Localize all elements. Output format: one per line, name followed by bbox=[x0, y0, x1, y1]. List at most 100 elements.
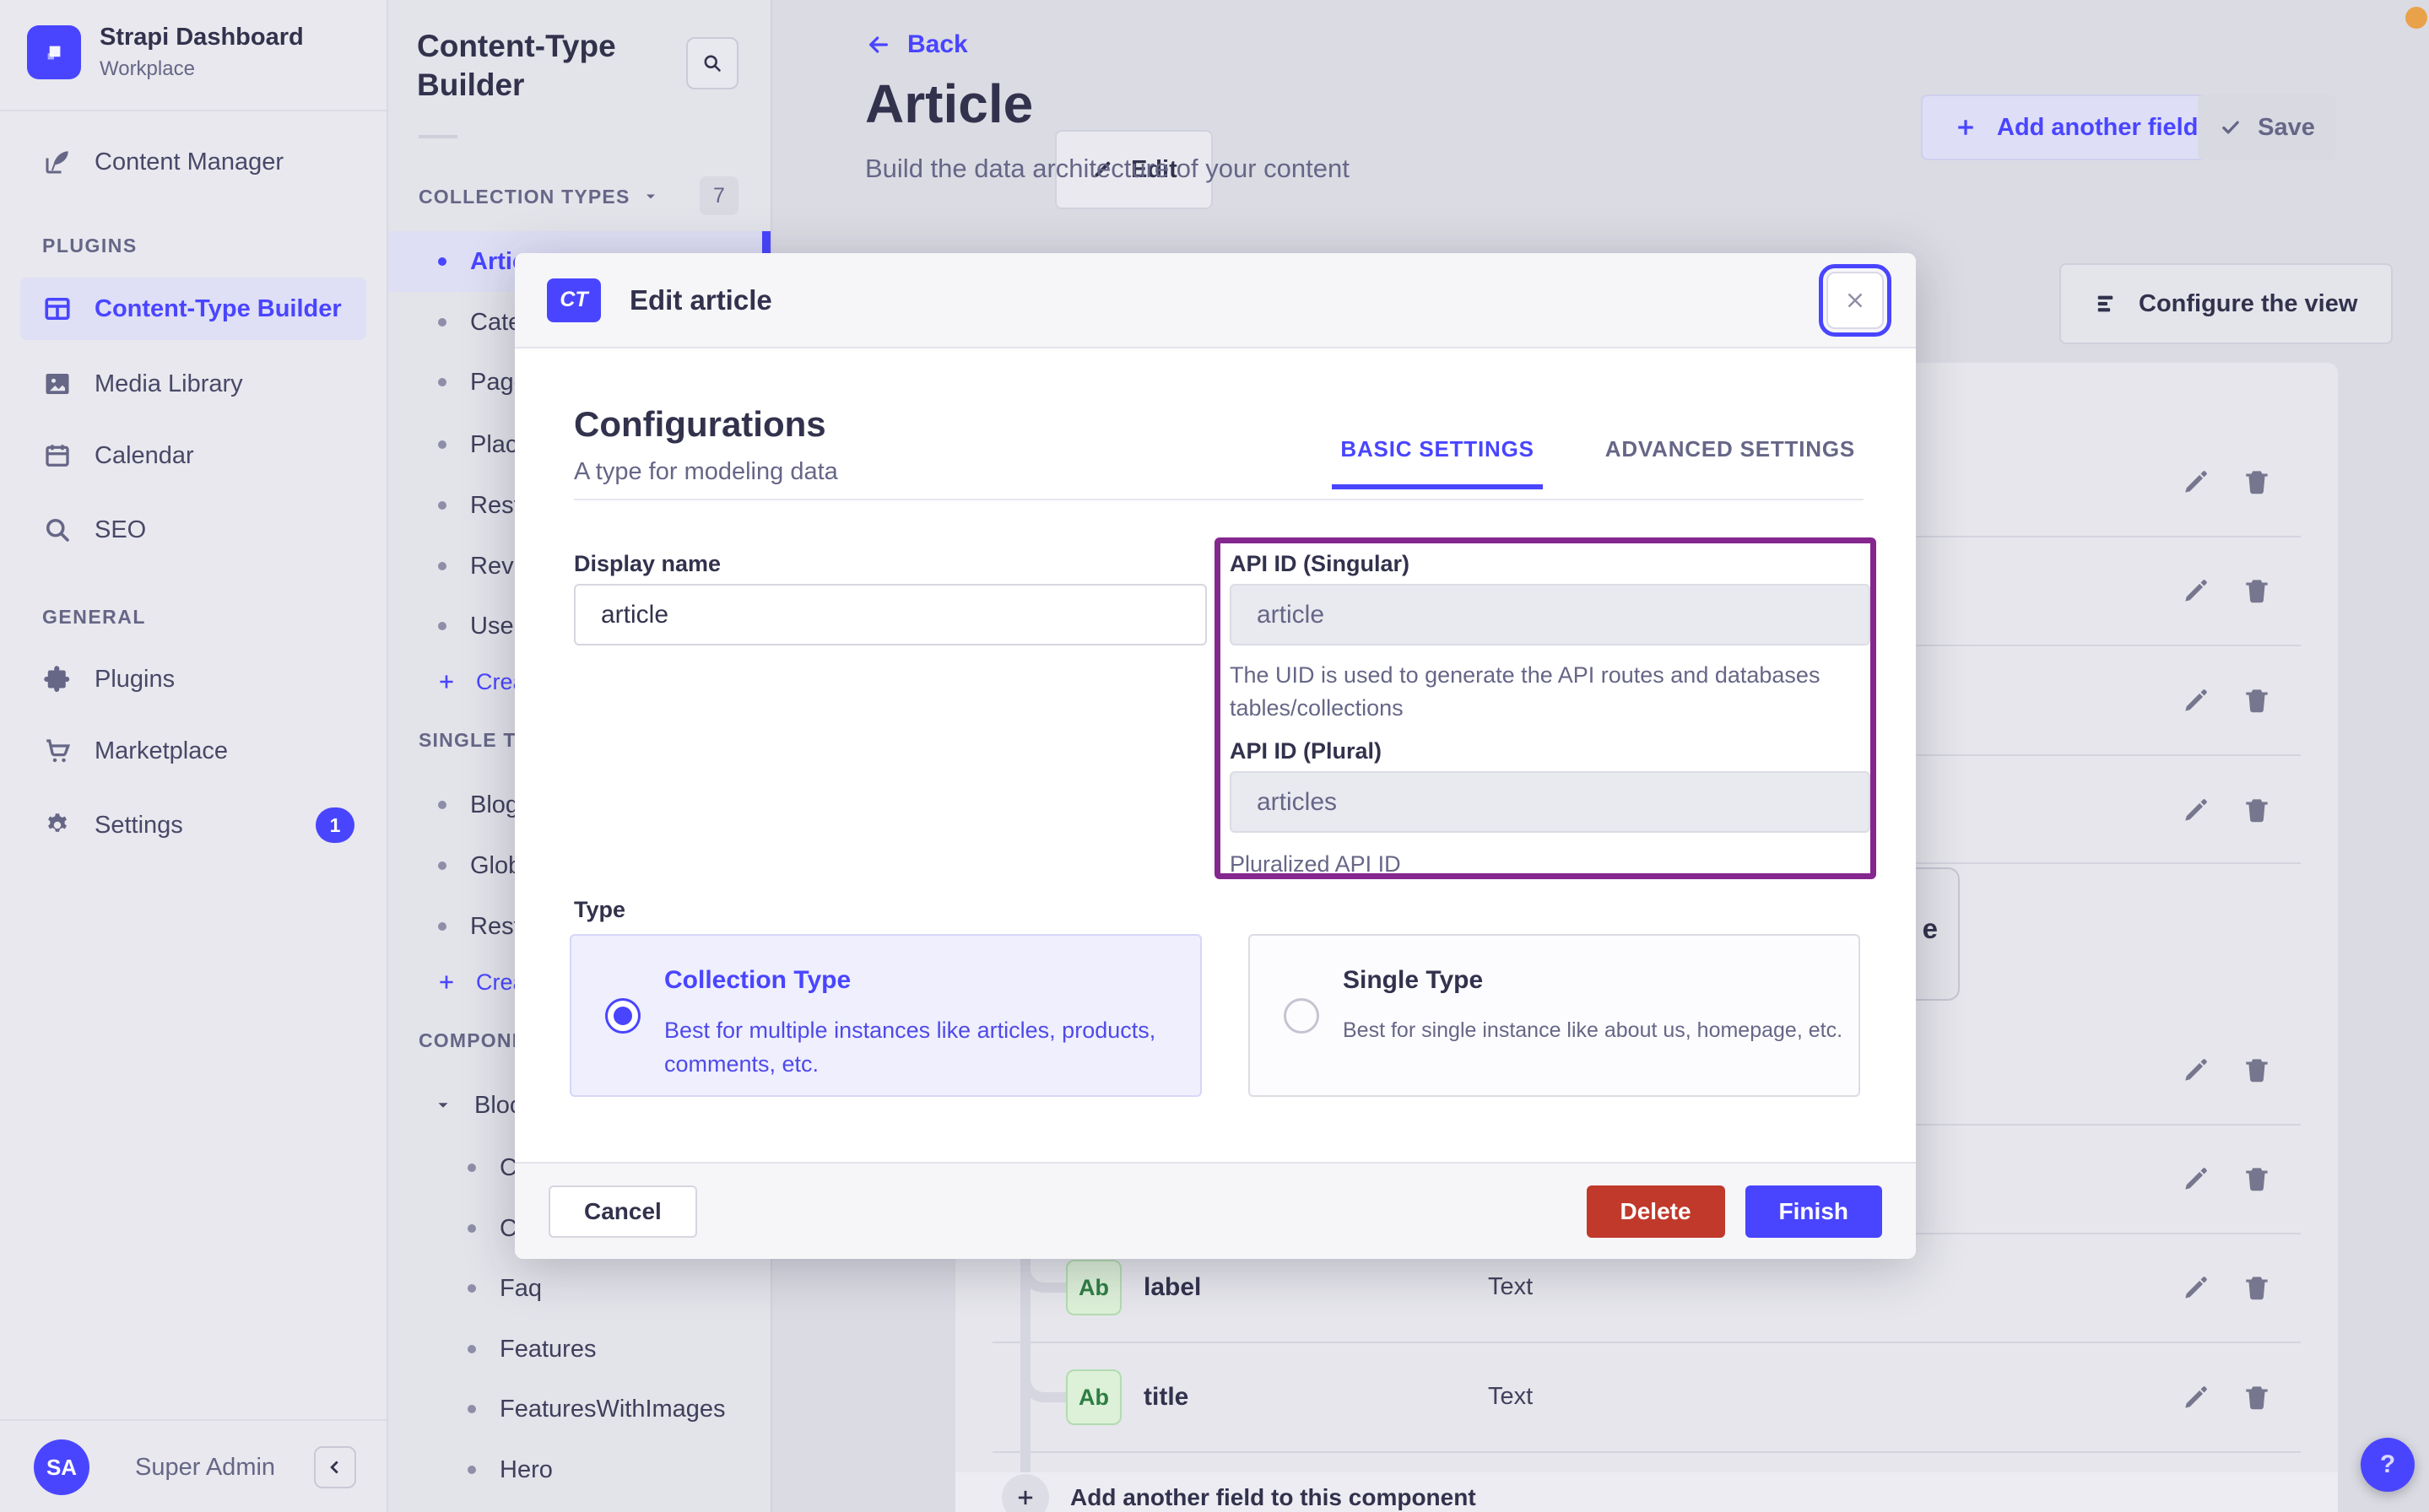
close-modal-button[interactable] bbox=[1819, 263, 1891, 337]
bullet-icon bbox=[468, 1405, 476, 1413]
nav-divider bbox=[0, 110, 387, 111]
delete-field-icon[interactable] bbox=[2241, 1272, 2273, 1304]
delete-field-icon[interactable] bbox=[2241, 575, 2273, 607]
bullet-icon bbox=[468, 1284, 476, 1293]
field-name: title bbox=[1144, 1383, 1189, 1411]
bullet-icon bbox=[468, 1466, 476, 1474]
caret-down-icon bbox=[438, 1103, 448, 1108]
avatar: SA bbox=[34, 1439, 89, 1495]
nav-item-label: Content-Type Builder bbox=[95, 294, 342, 322]
tab-advanced-settings[interactable]: ADVANCED SETTINGS bbox=[1597, 436, 1864, 489]
row-divider bbox=[993, 1451, 2301, 1453]
edit-field-icon[interactable] bbox=[2180, 575, 2212, 607]
left-nav: Strapi Dashboard Workplace Content Manag… bbox=[0, 0, 388, 1512]
delete-button[interactable]: Delete bbox=[1586, 1185, 1725, 1238]
configurations-title: Configurations bbox=[574, 404, 826, 444]
nav-item-content-type-builder[interactable]: Content-Type Builder bbox=[20, 278, 366, 340]
back-link[interactable]: Back bbox=[865, 30, 968, 59]
nav-item-settings[interactable]: Settings 1 bbox=[20, 794, 366, 856]
single-types-header[interactable]: SINGLE TY bbox=[419, 721, 530, 759]
single-type-desc: Best for single instance like about us, … bbox=[1343, 1018, 1843, 1042]
radio-unchecked-icon[interactable] bbox=[1284, 998, 1319, 1034]
add-field-to-component-button[interactable]: Add another field to this component bbox=[955, 1472, 2338, 1512]
nav-item-label: Calendar bbox=[95, 441, 194, 469]
add-another-field-button[interactable]: Add another field bbox=[1921, 94, 2231, 160]
text-field-type-badge: Ab bbox=[1066, 1369, 1122, 1425]
tab-basic-settings[interactable]: BASIC SETTINGS bbox=[1332, 436, 1543, 489]
component-item-features[interactable]: Features bbox=[388, 1319, 771, 1380]
field-tree-branch bbox=[1020, 1335, 1068, 1402]
edit-field-icon[interactable] bbox=[2180, 1272, 2212, 1304]
nav-item-label: Content Manager bbox=[95, 148, 284, 176]
edit-field-icon[interactable] bbox=[2180, 1163, 2212, 1195]
image-icon bbox=[42, 369, 73, 399]
notification-dot bbox=[2405, 7, 2427, 29]
search-button[interactable] bbox=[686, 37, 738, 89]
modal-header: CT Edit article bbox=[515, 253, 1916, 348]
delete-field-icon[interactable] bbox=[2241, 1054, 2273, 1086]
edit-field-icon[interactable] bbox=[2180, 466, 2212, 498]
radio-checked-icon[interactable] bbox=[605, 998, 641, 1034]
components-header[interactable]: COMPONE bbox=[419, 1022, 526, 1059]
edit-field-icon[interactable] bbox=[2180, 684, 2212, 716]
finish-button[interactable]: Finish bbox=[1745, 1185, 1882, 1238]
collapse-sidebar-button[interactable] bbox=[314, 1446, 356, 1488]
component-item-faq[interactable]: Faq bbox=[388, 1258, 771, 1319]
delete-field-icon[interactable] bbox=[2241, 794, 2273, 826]
collection-type-option[interactable]: Collection Type Best for multiple instan… bbox=[570, 934, 1202, 1097]
nav-item-seo[interactable]: SEO bbox=[20, 499, 366, 561]
modal-divider bbox=[574, 499, 1864, 500]
layout-grid-icon bbox=[42, 294, 73, 324]
edit-field-icon[interactable] bbox=[2180, 794, 2212, 826]
caret-down-icon bbox=[646, 194, 655, 199]
help-button[interactable]: ? bbox=[2361, 1438, 2415, 1492]
panel-rule bbox=[419, 135, 457, 138]
display-name-input[interactable] bbox=[574, 584, 1207, 645]
nav-section-general: GENERAL bbox=[42, 606, 146, 628]
nav-item-media-library[interactable]: Media Library bbox=[20, 353, 366, 415]
nav-item-label: Settings bbox=[95, 811, 183, 839]
row-divider bbox=[993, 1342, 2301, 1343]
panel-title: Content-Type Builder bbox=[417, 29, 616, 102]
field-name: label bbox=[1144, 1273, 1202, 1301]
component-item-featureswithimages[interactable]: FeaturesWithImages bbox=[388, 1379, 771, 1439]
api-id-singular-help: The UID is used to generate the API rout… bbox=[1230, 662, 1820, 721]
nav-item-plugins[interactable]: Plugins bbox=[20, 648, 366, 710]
nav-item-marketplace[interactable]: Marketplace bbox=[20, 720, 366, 782]
collection-type-desc: Best for multiple instances like article… bbox=[664, 1018, 1156, 1077]
modal-footer: Cancel Delete Finish bbox=[515, 1162, 1916, 1259]
arrow-left-icon bbox=[869, 36, 888, 53]
single-type-option[interactable]: Single Type Best for single instance lik… bbox=[1248, 934, 1860, 1097]
delete-field-icon[interactable] bbox=[2241, 1163, 2273, 1195]
save-button[interactable]: Save bbox=[2198, 94, 2336, 160]
screen: Strapi Dashboard Workplace Content Manag… bbox=[0, 0, 2429, 1512]
api-id-plural-help: Pluralized API ID bbox=[1230, 851, 1401, 877]
close-icon bbox=[1847, 293, 1863, 307]
calendar-icon bbox=[42, 440, 73, 471]
edit-field-icon[interactable] bbox=[2180, 1381, 2212, 1413]
nav-item-calendar[interactable]: Calendar bbox=[20, 424, 366, 487]
app-title: Strapi Dashboard bbox=[100, 24, 304, 51]
delete-field-icon[interactable] bbox=[2241, 684, 2273, 716]
gear-icon bbox=[42, 810, 73, 840]
configure-view-button[interactable]: Configure the view bbox=[2059, 263, 2394, 344]
api-id-singular-input[interactable] bbox=[1230, 584, 1870, 645]
plus-icon bbox=[440, 975, 453, 989]
plus-icon bbox=[1958, 120, 1973, 135]
settings-badge: 1 bbox=[316, 807, 354, 843]
nav-item-content-manager[interactable]: Content Manager bbox=[20, 131, 366, 193]
api-id-plural-input[interactable] bbox=[1230, 771, 1870, 833]
bullet-icon bbox=[438, 922, 446, 931]
cancel-button[interactable]: Cancel bbox=[549, 1185, 697, 1238]
delete-field-icon[interactable] bbox=[2241, 1381, 2273, 1413]
bullet-icon bbox=[438, 562, 446, 570]
edit-field-icon[interactable] bbox=[2180, 1054, 2212, 1086]
cart-icon bbox=[42, 736, 73, 766]
collection-type-title: Collection Type bbox=[664, 966, 852, 994]
component-item-hero[interactable]: Hero bbox=[388, 1439, 771, 1500]
feather-pen-icon bbox=[42, 147, 73, 177]
nav-item-label: Marketplace bbox=[95, 737, 228, 764]
bullet-icon bbox=[438, 318, 446, 327]
delete-field-icon[interactable] bbox=[2241, 466, 2273, 498]
collection-types-header[interactable]: COLLECTION TYPES bbox=[419, 178, 659, 215]
